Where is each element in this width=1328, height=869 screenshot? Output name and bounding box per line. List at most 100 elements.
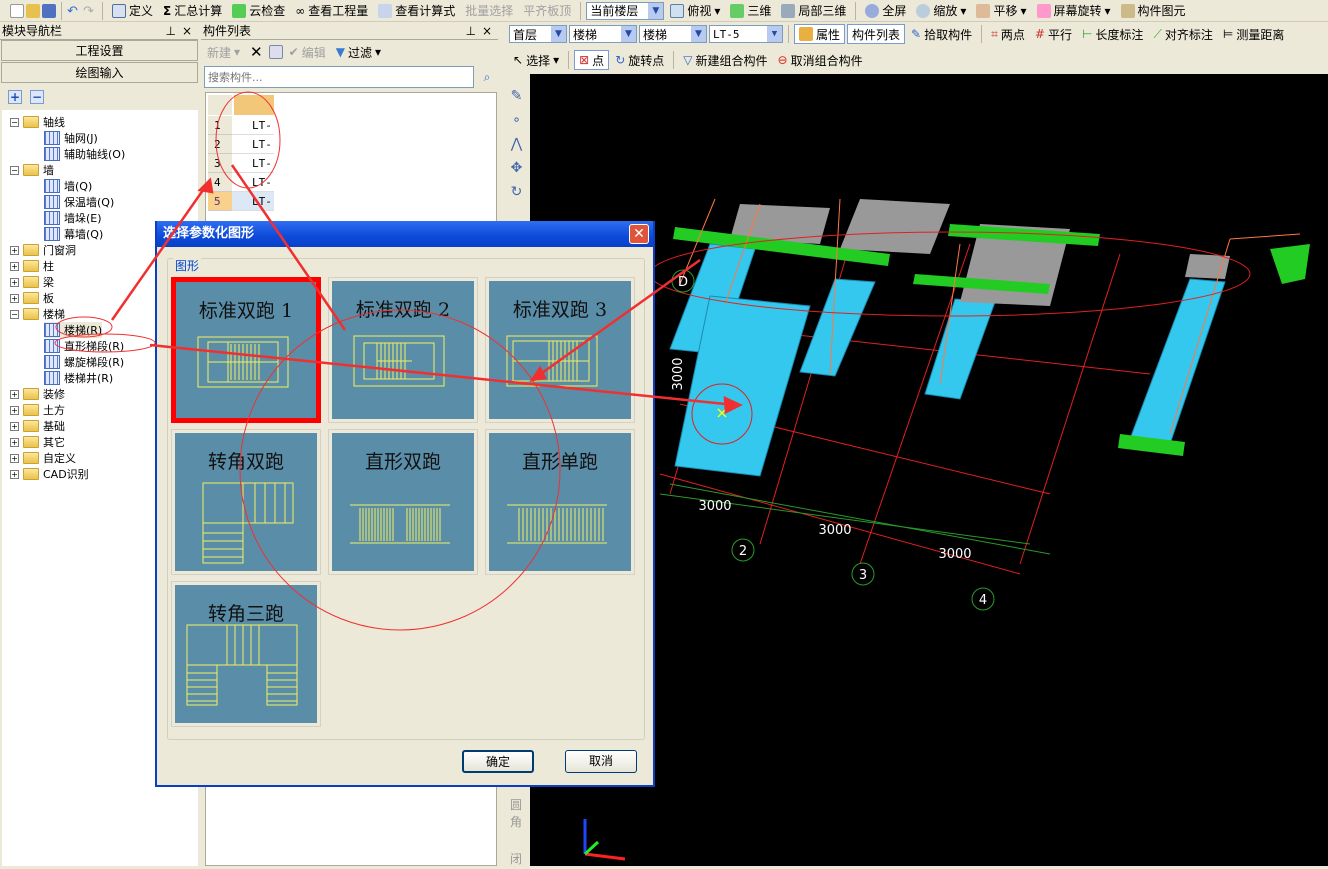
expand-icon[interactable]: + [10,277,19,287]
tree-folder[interactable]: + 土方 [10,402,65,418]
select-button[interactable]: ↖ 选择 ▾ [509,50,563,70]
define-button[interactable]: 定义 [108,1,157,21]
expand-icon[interactable]: + [10,421,19,431]
screen-rotate-button[interactable]: 屏幕旋转 ▾ [1033,1,1115,21]
tree-folder[interactable]: + 基础 [10,418,65,434]
tree-item[interactable]: 墙垛(E) [44,210,102,226]
pin-icon[interactable]: ⊥ [466,22,476,40]
3d-button[interactable]: 三维 [726,1,775,21]
expand-icon[interactable]: + [10,405,19,415]
expand-icon[interactable]: + [10,389,19,399]
new-file-icon[interactable] [10,3,24,18]
tree-item[interactable]: 螺旋梯段(R) [44,354,124,370]
tree-folder[interactable]: + 其它 [10,434,65,450]
shape-tile[interactable]: 转角双跑 [171,429,321,575]
offset-icon[interactable]: ∘ [508,108,525,132]
expand-icon[interactable]: + [10,245,19,255]
tree-item[interactable]: 幕墙(Q) [44,226,103,242]
type-select[interactable]: 楼梯 ▼ [639,25,707,43]
length-dimension-button[interactable]: ⊢ 长度标注 [1078,24,1147,44]
cloud-check-button[interactable]: 云检查 [228,1,289,21]
new-component-button[interactable]: 新建 ▾ [203,42,244,62]
floor-display-select[interactable]: 当前楼层 ▼ [586,1,665,20]
measure-distance-button[interactable]: ⊨ 测量距离 [1219,24,1288,44]
tree-folder[interactable]: + 自定义 [10,450,76,466]
properties-button[interactable]: 属性 [794,24,846,44]
fillet-button[interactable]: 圆角 [508,796,524,830]
table-row[interactable]: 2LT-2 [206,135,276,154]
close-icon[interactable]: × [182,22,192,40]
tree-folder[interactable]: + 柱 [10,258,54,274]
rotate-icon[interactable]: ↻ [508,180,525,204]
tree-item[interactable]: 辅助轴线(O) [44,146,125,162]
copy-icon[interactable] [268,45,283,59]
shape-tile[interactable]: 转角三跑 [171,581,321,727]
pan-button[interactable]: 平移 ▾ [972,1,1030,21]
parallel-button[interactable]: # 平行 [1031,24,1076,44]
expand-icon[interactable]: + [10,453,19,463]
close-icon[interactable]: ✕ [629,224,649,244]
collapse-icon[interactable]: − [10,309,19,319]
undo-icon[interactable]: ↶ [67,4,81,19]
align-slab-top-button[interactable]: 平齐板顶 [519,1,575,21]
component-graphic-button[interactable]: 构件图元 [1117,1,1190,21]
tree-folder[interactable]: + 梁 [10,274,54,290]
tree-folder[interactable]: − 楼梯 [10,306,65,322]
table-row[interactable]: 1LT-1 [206,116,276,135]
collapse-icon[interactable]: − [10,117,19,127]
two-point-button[interactable]: ⌗ 两点 [987,24,1029,44]
delete-icon[interactable]: ✕ [246,42,267,62]
expand-icon[interactable]: + [10,293,19,303]
move-icon[interactable]: ✥ [508,156,525,180]
category-select[interactable]: 楼梯 ▼ [569,25,637,43]
brush-icon[interactable]: ✎ [508,84,525,108]
component-list-button[interactable]: 构件列表 [847,24,906,44]
shape-tile[interactable]: 标准双跑 2 [328,277,478,423]
redo-icon[interactable]: ↷ [83,4,97,19]
batch-select-button[interactable]: 批量选择 [461,1,517,21]
pin-icon[interactable]: ⊥ [166,22,176,40]
collapse-icon[interactable]: − [10,165,19,175]
save-icon[interactable] [42,3,56,18]
close-shape-button[interactable]: 闭 [508,850,524,867]
project-settings-button[interactable]: 工程设置 [1,40,198,61]
drawing-input-button[interactable]: 绘图输入 [1,62,198,83]
tree-folder[interactable]: + 门窗洞 [10,242,76,258]
expand-icon[interactable]: + [10,469,19,479]
table-row[interactable]: 3LT-3 [206,154,276,173]
column-header-name[interactable] [234,95,274,115]
shape-tile[interactable]: 标准双跑 1 [171,277,321,423]
aligned-dimension-button[interactable]: ⟋ 对齐标注 [1149,24,1216,44]
component-select[interactable]: LT-5 ▼ [709,25,783,43]
tree-folder[interactable]: + 装修 [10,386,65,402]
tree-folder[interactable]: − 轴线 [10,114,65,130]
tree-item[interactable]: 轴网(J) [44,130,98,146]
tree-item[interactable]: 保温墙(Q) [44,194,114,210]
rotate-point-button[interactable]: ↻ 旋转点 [611,50,668,70]
top-view-button[interactable]: 俯视 ▾ [666,1,724,21]
point-button[interactable]: ⊠ 点 [574,50,610,70]
tree-folder[interactable]: + CAD识别 [10,466,89,482]
tree-item[interactable]: 直形梯段(R) [44,338,124,354]
mirror-icon[interactable]: ⋀ [508,132,525,156]
collapse-all-icon[interactable]: − [30,90,44,104]
search-input[interactable] [204,66,474,88]
close-icon[interactable]: × [482,22,492,40]
shape-tile[interactable]: 直形双跑 [328,429,478,575]
tree-folder[interactable]: − 墙 [10,162,54,178]
tree-item[interactable]: 墙(Q) [44,178,92,194]
tree-folder[interactable]: + 板 [10,290,54,306]
edit-button[interactable]: ✔ 编辑 [285,42,330,62]
tree-item[interactable]: 楼梯井(R) [44,370,113,386]
pick-component-button[interactable]: ✎ 拾取构件 [907,24,976,44]
fullscreen-button[interactable]: 全屏 [861,1,910,21]
zoom-button[interactable]: 缩放 ▾ [912,1,970,21]
ok-button[interactable]: 确定 [462,750,534,773]
floor-select[interactable]: 首层 ▼ [509,25,567,43]
summary-calc-button[interactable]: Σ 汇总计算 [159,1,226,21]
open-folder-icon[interactable] [26,3,40,18]
expand-icon[interactable]: + [10,437,19,447]
table-row[interactable]: 4LT-4 [206,173,276,192]
view-quantity-button[interactable]: ∞ 查看工程量 [291,1,372,21]
cancel-group-button[interactable]: ⊖ 取消组合构件 [774,50,867,70]
